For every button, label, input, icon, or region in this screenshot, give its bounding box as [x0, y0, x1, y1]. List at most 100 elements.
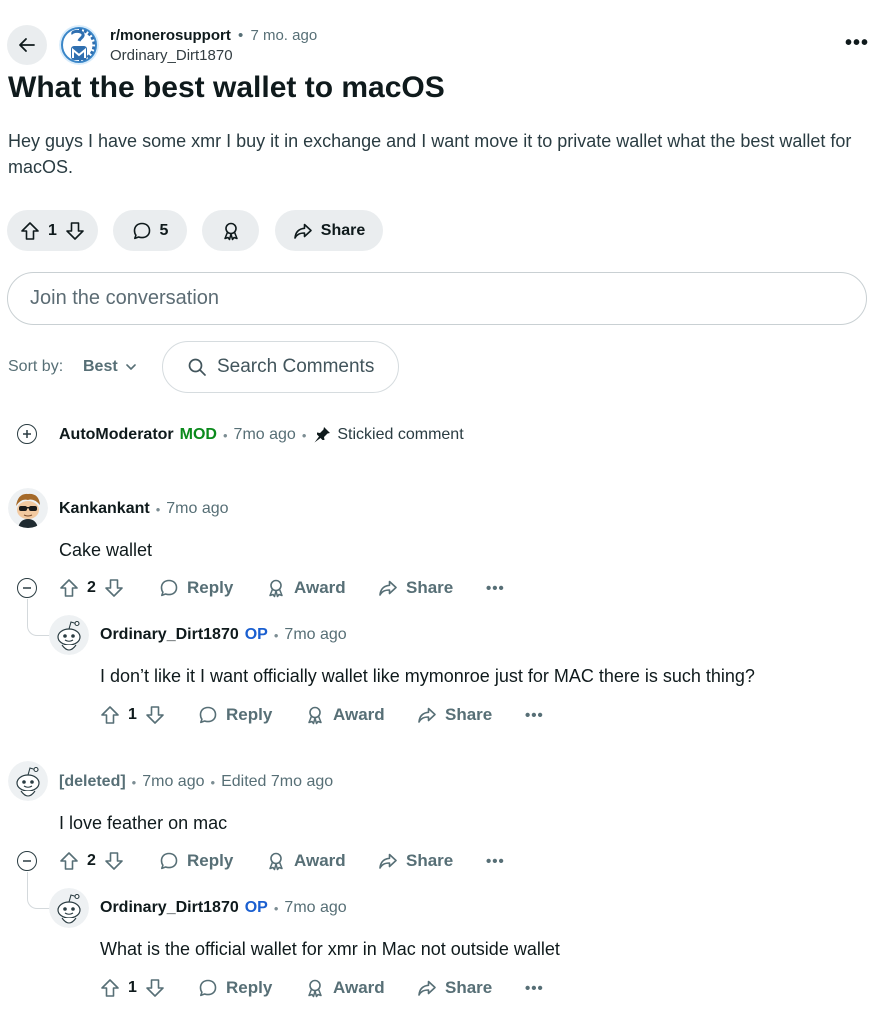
- snoo-avatar-icon: [8, 761, 48, 801]
- avatar[interactable]: [49, 888, 89, 928]
- upvote-icon[interactable]: [59, 578, 79, 598]
- share-label: Share: [320, 221, 366, 239]
- vote-group: 2: [59, 851, 124, 871]
- post-body: Hey guys I have some xmr I buy it in exc…: [8, 131, 852, 177]
- reply-button[interactable]: Reply: [159, 578, 233, 598]
- subreddit-line: r/monerosupport • 7 mo. ago: [110, 27, 318, 44]
- vote-group: 2: [59, 578, 124, 598]
- expand-comment-button[interactable]: [17, 424, 37, 444]
- vote-count: 2: [87, 852, 96, 869]
- avatar[interactable]: [8, 761, 48, 801]
- vote-count: 1: [128, 706, 137, 723]
- reply-button[interactable]: Reply: [159, 851, 233, 871]
- more-options-button[interactable]: •••: [486, 853, 505, 870]
- arrow-left-icon: [19, 38, 35, 52]
- downvote-icon[interactable]: [104, 578, 124, 598]
- comment-icon: [198, 705, 218, 725]
- award-label: Award: [333, 705, 385, 724]
- chevron-down-icon: [125, 364, 136, 370]
- award-icon: [266, 578, 286, 598]
- share-label: Share: [406, 578, 454, 597]
- award-button[interactable]: Award: [266, 851, 346, 871]
- thread-line: [27, 599, 52, 636]
- avatar[interactable]: [8, 488, 48, 528]
- comments-button[interactable]: 5: [113, 210, 187, 251]
- share-button[interactable]: Share: [275, 210, 383, 251]
- comment-time: 7mo ago: [142, 773, 205, 790]
- comment-header: Ordinary_Dirt1870 OP • 7mo ago: [100, 626, 347, 644]
- vote-count: 1: [128, 979, 137, 996]
- upvote-icon[interactable]: [100, 705, 120, 725]
- sort-value: Best: [83, 358, 118, 375]
- post-vote-count: 1: [48, 221, 57, 239]
- collapse-comment-button[interactable]: [17, 851, 37, 871]
- downvote-icon[interactable]: [145, 705, 165, 725]
- award-icon: [305, 978, 325, 998]
- subreddit-name[interactable]: r/monerosupport: [110, 27, 231, 44]
- op-badge: OP: [244, 626, 268, 643]
- comment-time: 7mo ago: [166, 500, 229, 517]
- pin-icon: [314, 427, 331, 443]
- reply-label: Reply: [187, 578, 234, 597]
- award-button[interactable]: Award: [266, 578, 346, 598]
- more-options-button[interactable]: •••: [525, 980, 544, 997]
- share-button[interactable]: Share: [378, 851, 453, 871]
- subreddit-avatar[interactable]: [59, 25, 99, 65]
- award-button[interactable]: Award: [305, 705, 385, 725]
- award-button[interactable]: [202, 210, 259, 251]
- share-button[interactable]: Share: [378, 578, 453, 598]
- award-icon: [305, 705, 325, 725]
- join-conversation-input[interactable]: Join the conversation: [7, 272, 867, 325]
- share-icon: [378, 578, 398, 598]
- thread-line: [27, 872, 52, 909]
- comment-author[interactable]: AutoModerator: [59, 426, 174, 444]
- op-badge: OP: [244, 899, 268, 916]
- award-button[interactable]: Award: [305, 978, 385, 998]
- share-button[interactable]: Share: [417, 978, 492, 998]
- reply-button[interactable]: Reply: [198, 705, 272, 725]
- downvote-icon[interactable]: [145, 978, 165, 998]
- search-placeholder: Search Comments: [217, 356, 375, 377]
- share-icon: [417, 705, 437, 725]
- comment-author: [deleted]: [59, 773, 126, 790]
- sort-dropdown[interactable]: Best: [83, 358, 137, 376]
- vote-count: 2: [87, 579, 96, 596]
- avatar[interactable]: [49, 615, 89, 655]
- comment-icon: [132, 221, 152, 241]
- comment-author[interactable]: Ordinary_Dirt1870: [100, 899, 239, 917]
- comment-author[interactable]: Ordinary_Dirt1870: [100, 626, 239, 644]
- post-title: What the best wallet to macOS: [8, 71, 445, 104]
- comment-icon: [198, 978, 218, 998]
- award-icon: [266, 851, 286, 871]
- more-options-button[interactable]: •••: [525, 707, 544, 724]
- comment-icon: [159, 578, 179, 598]
- stickied-label: Stickied comment: [337, 426, 464, 443]
- reply-button[interactable]: Reply: [198, 978, 272, 998]
- comment-author[interactable]: Kankankant: [59, 500, 150, 518]
- downvote-icon[interactable]: [65, 221, 85, 241]
- vote-group: 1: [100, 705, 165, 725]
- downvote-icon[interactable]: [104, 851, 124, 871]
- comment-time: 7mo ago: [284, 899, 347, 916]
- share-icon: [378, 851, 398, 871]
- more-options-button[interactable]: •••: [486, 580, 505, 597]
- sort-label: Sort by:: [8, 358, 64, 375]
- upvote-icon[interactable]: [20, 221, 40, 241]
- more-options-button[interactable]: •••: [845, 32, 869, 55]
- search-comments-input[interactable]: Search Comments: [162, 341, 399, 393]
- comment-header: [deleted] • 7mo ago • Edited 7mo ago: [59, 773, 334, 790]
- share-button[interactable]: Share: [417, 705, 492, 725]
- collapse-comment-button[interactable]: [17, 578, 37, 598]
- award-icon: [221, 221, 241, 241]
- upvote-icon[interactable]: [59, 851, 79, 871]
- snoo-avatar-icon: [49, 615, 89, 655]
- reply-label: Reply: [187, 851, 234, 870]
- search-icon: [188, 358, 206, 376]
- post-author[interactable]: Ordinary_Dirt1870: [110, 47, 233, 64]
- back-button[interactable]: [7, 25, 47, 65]
- upvote-icon[interactable]: [100, 978, 120, 998]
- monero-logo-icon: [59, 25, 99, 65]
- comment-text: I don’t like it I want officially wallet…: [100, 666, 755, 686]
- vote-pill: 1: [7, 210, 98, 251]
- comment-header: Kankankant • 7mo ago: [59, 500, 229, 518]
